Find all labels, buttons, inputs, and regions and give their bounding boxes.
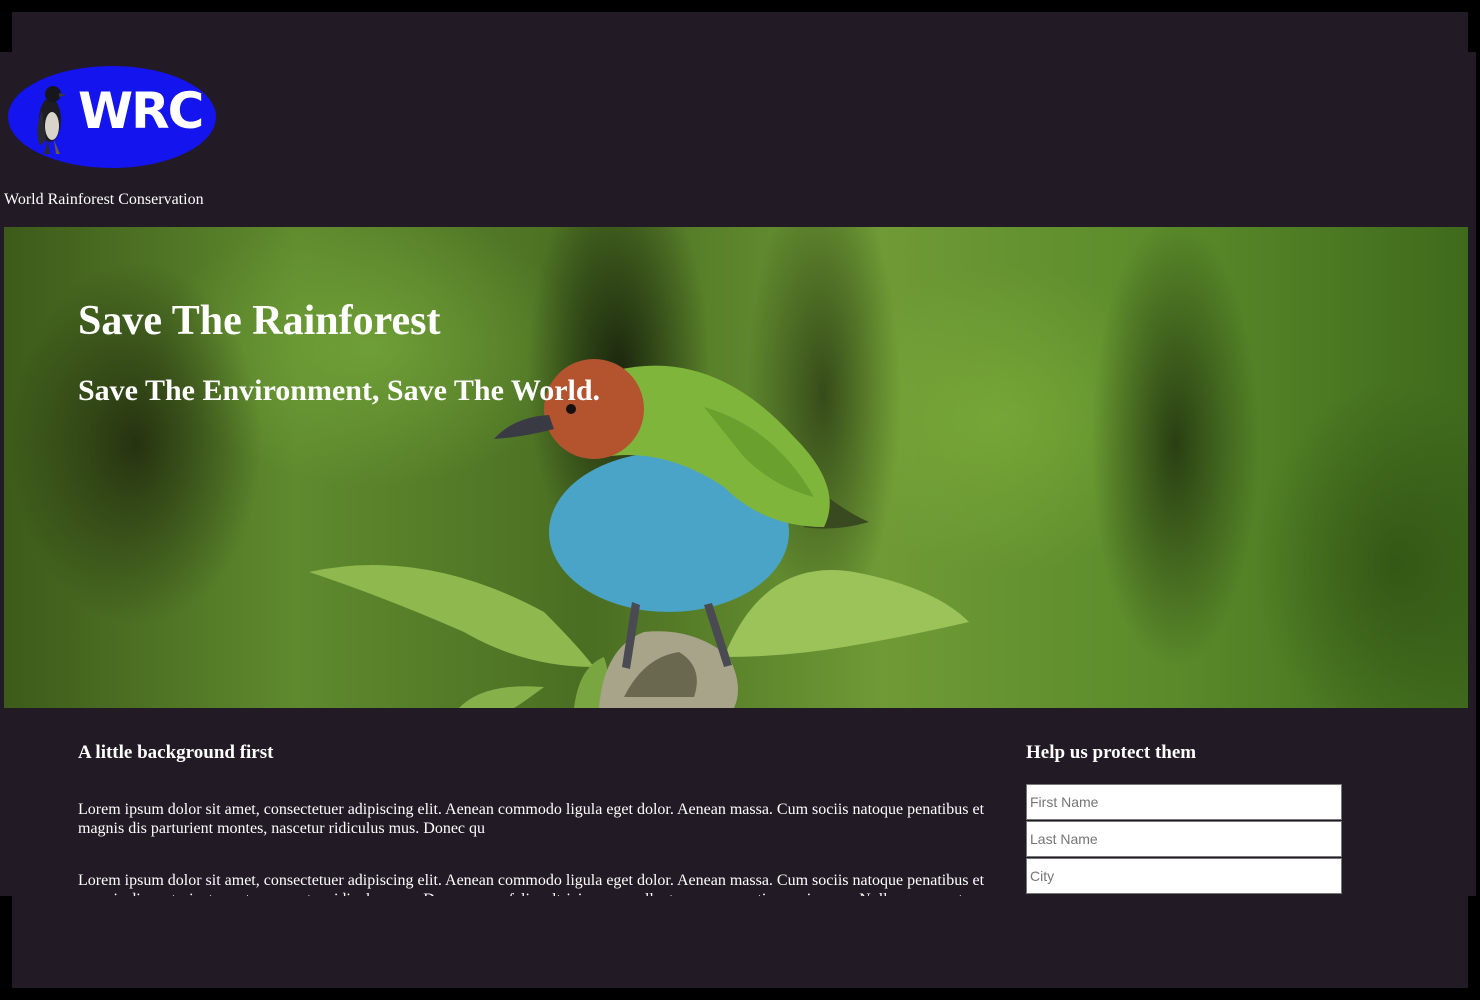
page-viewport: WRC World Rainforest Conservation Save T… — [0, 52, 1476, 896]
browser-top-bar — [12, 12, 1468, 52]
bird-icon — [37, 86, 66, 154]
background-paragraph: Lorem ipsum dolor sit amet, consectetuer… — [78, 801, 985, 837]
hero-subtitle: Save The Environment, Save The World. — [78, 374, 601, 407]
wrc-logo[interactable]: WRC — [8, 66, 216, 168]
signup-heading: Help us protect them — [1026, 742, 1197, 763]
last-name-field[interactable] — [1026, 821, 1342, 857]
background-heading: A little background first — [78, 742, 274, 763]
browser-bottom-bar — [12, 896, 1468, 988]
hero-title: Save The Rainforest — [78, 298, 441, 344]
logo-text: WRC — [78, 82, 204, 140]
background-paragraph: Lorem ipsum dolor sit amet, consectetuer… — [78, 872, 985, 896]
hero-banner: Save The Rainforest Save The Environment… — [4, 227, 1468, 708]
organization-name: World Rainforest Conservation — [4, 191, 204, 208]
city-field[interactable] — [1026, 858, 1342, 894]
first-name-field[interactable] — [1026, 784, 1342, 820]
